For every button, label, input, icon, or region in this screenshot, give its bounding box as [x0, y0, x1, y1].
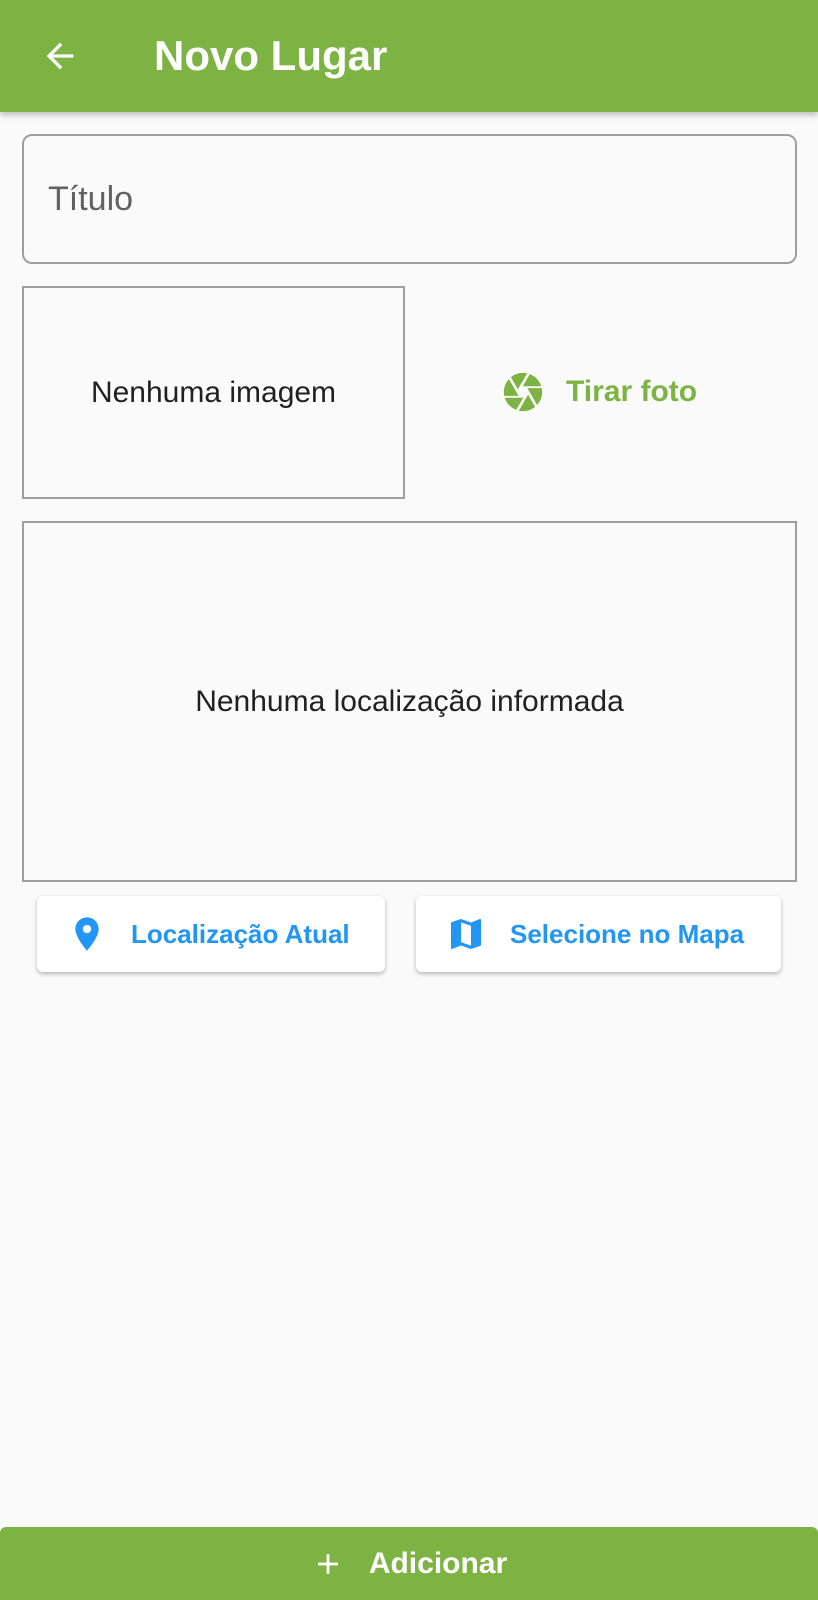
select-on-map-button[interactable]: Selecione no Mapa	[416, 896, 781, 972]
camera-shutter-icon	[503, 372, 543, 412]
take-photo-button[interactable]: Tirar foto	[500, 352, 730, 432]
image-preview-text: Nenhuma imagem	[90, 375, 337, 409]
plus-icon	[317, 1553, 338, 1574]
location-preview: Nenhuma localização informada	[22, 521, 797, 882]
page-title: Novo Lugar	[154, 32, 388, 79]
add-button-label: Adicionar	[368, 1546, 508, 1580]
take-photo-label: Tirar foto	[566, 375, 698, 408]
title-input[interactable]	[24, 136, 795, 262]
current-location-button[interactable]: Localização Atual	[37, 896, 385, 972]
arrow-back-icon	[46, 42, 74, 70]
new-place-screen: Novo Lugar Nenhuma imagem Tirar foto Nen…	[0, 0, 818, 1600]
location-pin-icon	[67, 912, 107, 956]
image-preview: Nenhuma imagem	[22, 286, 405, 499]
app-bar: Novo Lugar	[0, 0, 818, 112]
add-button[interactable]: Adicionar	[0, 1527, 818, 1600]
location-preview-text: Nenhuma localização informada	[195, 684, 624, 718]
map-icon	[446, 912, 486, 956]
current-location-label: Localização Atual	[131, 918, 350, 949]
title-field[interactable]	[22, 134, 797, 264]
select-on-map-label: Selecione no Mapa	[510, 918, 745, 949]
back-button[interactable]	[32, 28, 88, 84]
